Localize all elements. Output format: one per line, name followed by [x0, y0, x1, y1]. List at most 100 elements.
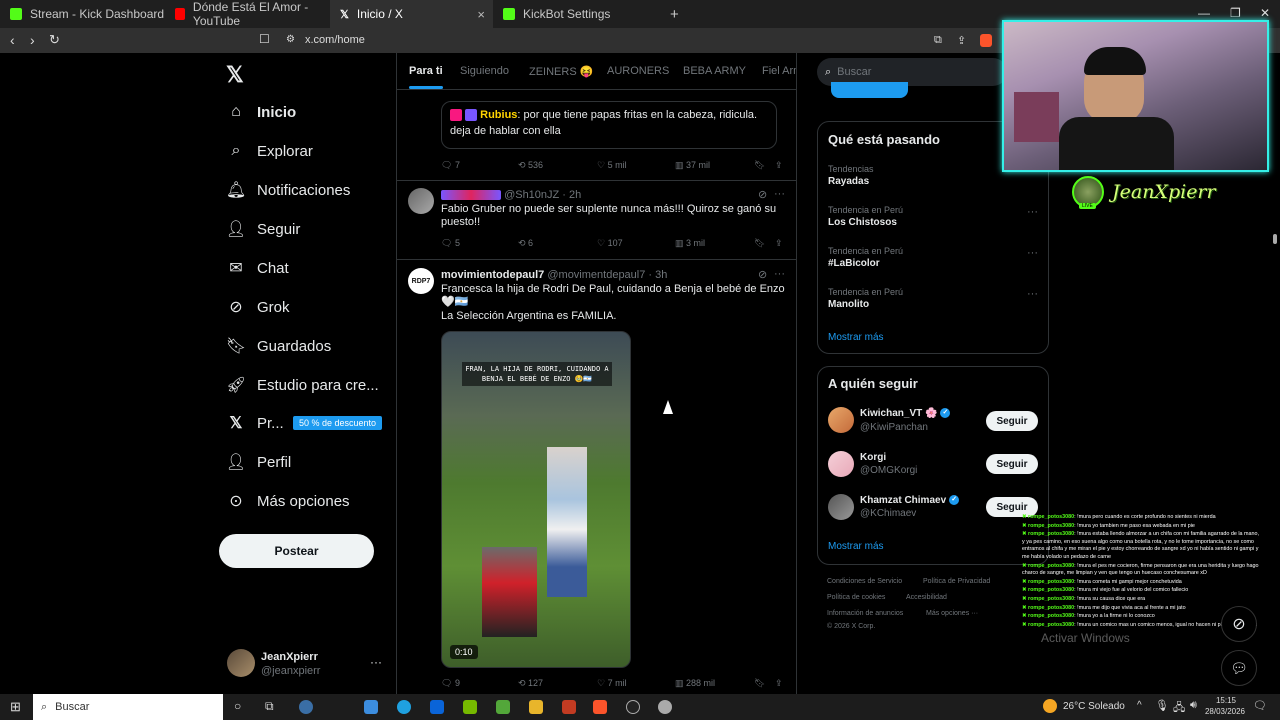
- tweet-author[interactable]: movimientodepaul7: [441, 269, 544, 281]
- footer-link[interactable]: Política de Privacidad: [923, 578, 990, 585]
- sidebar-item-grok[interactable]: ⊘ Grok: [227, 292, 289, 322]
- reply-icon[interactable]: 🗨︎ 9: [441, 678, 460, 689]
- network-icon[interactable]: 🖧︎: [1173, 699, 1185, 718]
- share-icon[interactable]: ⇪: [775, 238, 783, 249]
- more-icon[interactable]: ···: [774, 188, 785, 200]
- follow-name[interactable]: Khamzat Chimaev ✓: [860, 495, 960, 506]
- follow-name[interactable]: Korgi: [860, 452, 886, 463]
- weather-sun-icon[interactable]: [1043, 699, 1057, 713]
- reply-icon[interactable]: 🗨︎ 5: [441, 238, 460, 249]
- footer-link[interactable]: Política de cookies: [827, 594, 885, 601]
- tab-para-ti[interactable]: Para ti: [409, 65, 443, 89]
- minimize-icon[interactable]: —: [1198, 6, 1210, 20]
- speedometer-app-icon[interactable]: [299, 700, 313, 714]
- reply-icon[interactable]: 🗨︎ 7: [441, 160, 460, 171]
- like-icon[interactable]: ♡ 7 mil: [597, 678, 627, 689]
- tweet-video[interactable]: FRAN, LA HIJA DE RODRI, CUIDANDO A BENJA…: [441, 331, 631, 668]
- game-app-icon[interactable]: [496, 700, 510, 714]
- store-app-icon[interactable]: [364, 700, 378, 714]
- tab-fiel-army[interactable]: Fiel Arm: [762, 65, 796, 77]
- avatar[interactable]: RDP7: [408, 268, 434, 294]
- volume-icon[interactable]: 🔊︎: [1190, 699, 1197, 712]
- show-more-link[interactable]: Mostrar más: [828, 332, 884, 343]
- tab-beba-army[interactable]: BEBA ARMY: [683, 65, 746, 77]
- sidebar-item-estudio[interactable]: 🚀︎ Estudio para cre...: [226, 370, 379, 400]
- tab-youtube[interactable]: Dónde Está El Amor - YouTube: [165, 0, 330, 28]
- clock-date[interactable]: 28/03/2026: [1203, 707, 1247, 716]
- taskbar-search-input[interactable]: ⌕ Buscar: [33, 694, 223, 720]
- show-more-link[interactable]: Mostrar más: [828, 541, 884, 552]
- scrollbar-thumb[interactable]: [1273, 234, 1277, 244]
- chevron-up-icon[interactable]: ^: [1137, 700, 1142, 711]
- brave-shield-icon[interactable]: [980, 34, 992, 47]
- share-icon[interactable]: ⇪: [775, 160, 783, 171]
- clock-time[interactable]: 15:15: [1209, 696, 1243, 705]
- sidebar-item-premium[interactable]: 𝕏 Pr...: [227, 408, 284, 438]
- obs-icon[interactable]: [626, 700, 640, 714]
- bookmark-page-icon[interactable]: ☐: [259, 32, 270, 46]
- weather-text[interactable]: 26°C Soleado: [1063, 701, 1125, 712]
- avatar[interactable]: [227, 649, 255, 677]
- sidebar-item-mas-opciones[interactable]: ⊙ Más opciones: [227, 486, 349, 516]
- grok-icon[interactable]: ⊘: [758, 268, 767, 281]
- more-icon[interactable]: ···: [1027, 247, 1038, 259]
- bookmark-icon[interactable]: 🔖︎: [754, 238, 765, 249]
- x-logo-icon[interactable]: 𝕏: [226, 62, 244, 88]
- trend-name[interactable]: Los Chistosos: [828, 217, 897, 228]
- nvidia-icon[interactable]: [463, 700, 477, 714]
- avatar[interactable]: [828, 407, 854, 433]
- file-explorer-icon[interactable]: [529, 700, 543, 714]
- tab-kick-dashboard[interactable]: Stream - Kick Dashboard: [0, 0, 165, 28]
- maximize-icon[interactable]: ❐: [1230, 6, 1241, 20]
- footer-link[interactable]: Información de anuncios: [827, 610, 903, 617]
- avatar[interactable]: [408, 188, 434, 214]
- follow-button[interactable]: Seguir: [986, 411, 1038, 431]
- account-menu-icon[interactable]: ···: [370, 655, 382, 669]
- avatar[interactable]: [828, 451, 854, 477]
- new-tab-button[interactable]: +: [660, 0, 680, 28]
- sidebar-item-inicio[interactable]: ⌂ Inicio: [227, 97, 296, 127]
- open-external-icon[interactable]: ⧉: [934, 34, 942, 47]
- back-icon[interactable]: ‹: [10, 32, 15, 48]
- app-icon[interactable]: [658, 700, 672, 714]
- task-view-icon[interactable]: ⧉: [265, 699, 274, 714]
- site-info-icon[interactable]: ⚙: [286, 34, 295, 45]
- footer-link[interactable]: Más opciones ···: [926, 610, 978, 617]
- brave-icon[interactable]: [593, 700, 607, 714]
- sidebar-item-seguir[interactable]: 👤︎ Seguir: [226, 214, 301, 244]
- game-launcher-icon[interactable]: [562, 700, 576, 714]
- views-icon[interactable]: ▥ 288 mil: [675, 678, 715, 689]
- views-icon[interactable]: ▥ 37 mil: [675, 160, 710, 171]
- follow-button[interactable]: Seguir: [986, 454, 1038, 474]
- trend-name[interactable]: Rayadas: [828, 176, 869, 187]
- tab-zeiners[interactable]: ZEINERS 😝: [529, 65, 593, 78]
- forward-icon[interactable]: ›: [30, 32, 35, 48]
- like-icon[interactable]: ♡ 5 mil: [597, 160, 627, 171]
- avatar[interactable]: [828, 494, 854, 520]
- sidebar-item-chat[interactable]: ✉ Chat: [227, 253, 288, 283]
- repost-icon[interactable]: ⟲ 127: [518, 678, 543, 689]
- trend-name[interactable]: Manolito: [828, 299, 869, 310]
- repost-icon[interactable]: ⟲ 536: [518, 160, 543, 171]
- tab-siguiendo[interactable]: Siguiendo: [460, 65, 509, 77]
- trend-name[interactable]: #LaBicolor: [828, 258, 880, 269]
- grok-fab-icon[interactable]: ⊘: [1221, 606, 1257, 642]
- more-icon[interactable]: ···: [774, 268, 785, 280]
- mail-app-icon[interactable]: [430, 700, 444, 714]
- views-icon[interactable]: ▥ 3 mil: [675, 238, 705, 249]
- messages-fab-icon[interactable]: 💬︎: [1221, 650, 1257, 686]
- follow-name[interactable]: Kiwichan_VT 🌸 ✓: [860, 408, 951, 419]
- reload-icon[interactable]: ↻: [49, 32, 60, 48]
- cortana-icon[interactable]: ○: [234, 699, 241, 713]
- discount-badge[interactable]: 50 % de descuento: [293, 416, 383, 430]
- sidebar-item-explorar[interactable]: ⌕ Explorar: [227, 136, 313, 166]
- share-icon[interactable]: ⇪: [957, 34, 966, 47]
- subscribe-button[interactable]: [831, 82, 908, 98]
- bookmark-icon[interactable]: 🔖︎: [754, 160, 765, 171]
- close-window-icon[interactable]: ✕: [1260, 6, 1270, 20]
- post-button[interactable]: Postear: [219, 534, 374, 568]
- quoted-tweet[interactable]: Rubius: por que tiene papas fritas en la…: [441, 101, 777, 149]
- repost-icon[interactable]: ⟲ 6: [518, 238, 533, 249]
- footer-link[interactable]: Condiciones de Servicio: [827, 578, 902, 585]
- like-icon[interactable]: ♡ 107: [597, 238, 623, 249]
